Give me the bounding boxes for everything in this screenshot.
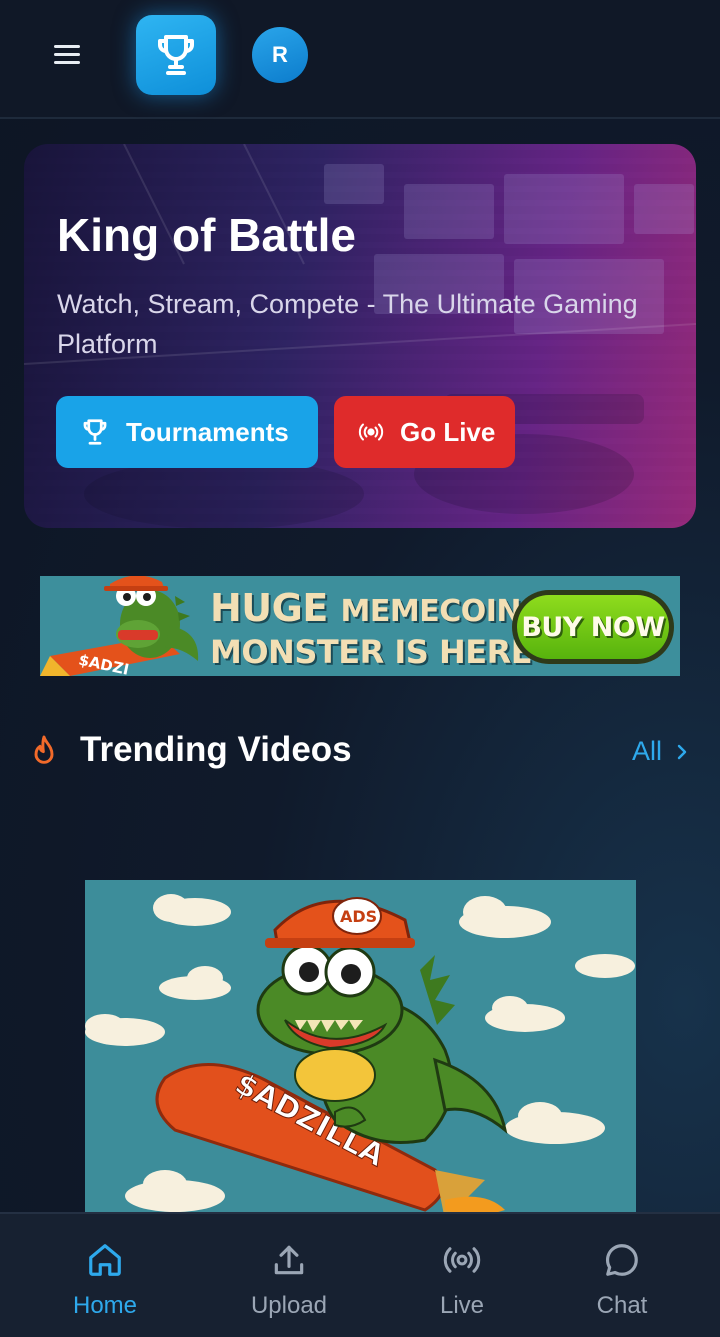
nav-label-chat: Chat (596, 1292, 648, 1319)
trophy-icon (80, 417, 110, 447)
fire-icon (34, 735, 54, 764)
hero-banner: King of Battle Watch, Stream, Compete - … (24, 144, 696, 528)
ad-headline-small: MEMECOIN (340, 594, 522, 629)
see-all-label: All (632, 736, 663, 766)
ad-headline-big: HUGE (210, 586, 328, 630)
buy-now-button[interactable]: BUY NOW (512, 590, 674, 664)
upload-icon (270, 1240, 308, 1280)
see-all-link[interactable]: All (632, 736, 688, 767)
hero-subtitle: Watch, Stream, Compete - The Ultimate Ga… (57, 289, 638, 359)
ad-headline-line2: MONSTER IS HERE (210, 633, 533, 671)
home-icon (86, 1240, 124, 1280)
video-thumbnail[interactable]: $ADZILLA ADS (85, 880, 636, 1220)
ad-headline: HUGE MEMECOIN MONSTER IS HERE (210, 586, 533, 672)
avatar[interactable]: R (252, 27, 308, 83)
top-bar: R (0, 0, 720, 119)
go-live-button[interactable]: Go Live (334, 396, 515, 468)
nav-item-upload[interactable]: Upload (219, 1214, 359, 1337)
go-live-button-label: Go Live (400, 416, 496, 447)
nav-label-live: Live (439, 1292, 485, 1319)
chevron-right-icon (676, 743, 688, 761)
page-title: King of Battle (57, 209, 356, 261)
tournaments-button-label: Tournaments (126, 416, 289, 447)
nav-label-upload: Upload (250, 1292, 328, 1319)
nav-label-home: Home (72, 1292, 138, 1319)
nav-item-live[interactable]: Live (392, 1214, 532, 1337)
nav-item-chat[interactable]: Chat (552, 1214, 692, 1337)
chat-bubble-icon (603, 1240, 641, 1280)
thumbnail-cap-text: ADS (340, 907, 377, 926)
broadcast-icon (442, 1240, 482, 1280)
bottom-nav: Home Upload Live Chat (0, 1212, 720, 1337)
adzilla-thumbnail-image: $ADZILLA ADS (85, 894, 635, 1220)
tournaments-button[interactable]: Tournaments (56, 396, 318, 468)
app-screen: R King of Battle Watch, Stream, Compete … (0, 0, 720, 1337)
trophy-logo[interactable] (136, 15, 216, 95)
broadcast-icon (358, 422, 384, 442)
trophy-icon (158, 35, 194, 75)
nav-item-home[interactable]: Home (35, 1214, 175, 1337)
buy-now-label: BUY NOW (517, 595, 669, 659)
section-title-trending: Trending Videos (80, 730, 352, 769)
ad-banner[interactable]: $ADZI HUGE MEMECOIN MONSTER IS HERE BUY … (40, 576, 680, 676)
dinosaur-mascot-image: $ADZI (40, 576, 199, 676)
menu-icon[interactable] (54, 44, 82, 66)
